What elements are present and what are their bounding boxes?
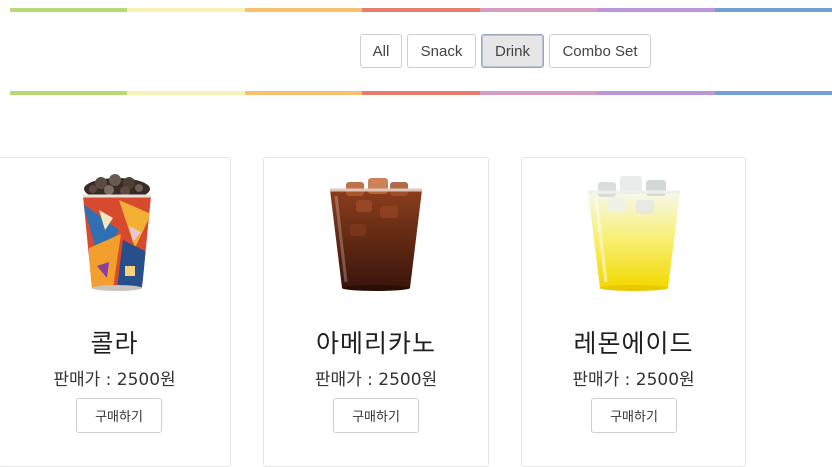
buy-button-lemonade[interactable]: 구매하기 — [591, 398, 677, 433]
americano-cup-icon — [330, 178, 422, 291]
rainbow-divider-bottom — [10, 91, 832, 95]
cola-cup-icon — [83, 174, 151, 291]
lemonade-cup-icon — [588, 176, 680, 291]
rainbow-divider-top — [10, 8, 832, 12]
product-name: 아메리카노 — [315, 329, 436, 358]
buy-button-cola[interactable]: 구매하기 — [76, 398, 162, 433]
product-card-lemonade: 레몬에이드 판매가 : 2500원 구매하기 — [521, 157, 746, 467]
product-price: 판매가 : 2500원 — [53, 370, 176, 390]
product-card-cola: 콜라 판매가 : 2500원 구매하기 — [0, 157, 231, 467]
product-price: 판매가 : 2500원 — [314, 370, 438, 390]
product-name: 레몬에이드 — [573, 329, 694, 358]
filter-drink-button[interactable]: Drink — [481, 34, 544, 68]
filter-combo-set-button[interactable]: Combo Set — [549, 34, 651, 68]
product-price: 판매가 : 2500원 — [572, 370, 695, 390]
product-card-americano: 아메리카노 판매가 : 2500원 구매하기 — [263, 157, 489, 467]
product-name: 콜라 — [90, 329, 139, 358]
category-filter-bar: All Snack Drink Combo Set — [360, 34, 651, 68]
filter-snack-button[interactable]: Snack — [407, 34, 476, 68]
buy-button-americano[interactable]: 구매하기 — [333, 398, 419, 433]
filter-all-button[interactable]: All — [360, 34, 402, 68]
